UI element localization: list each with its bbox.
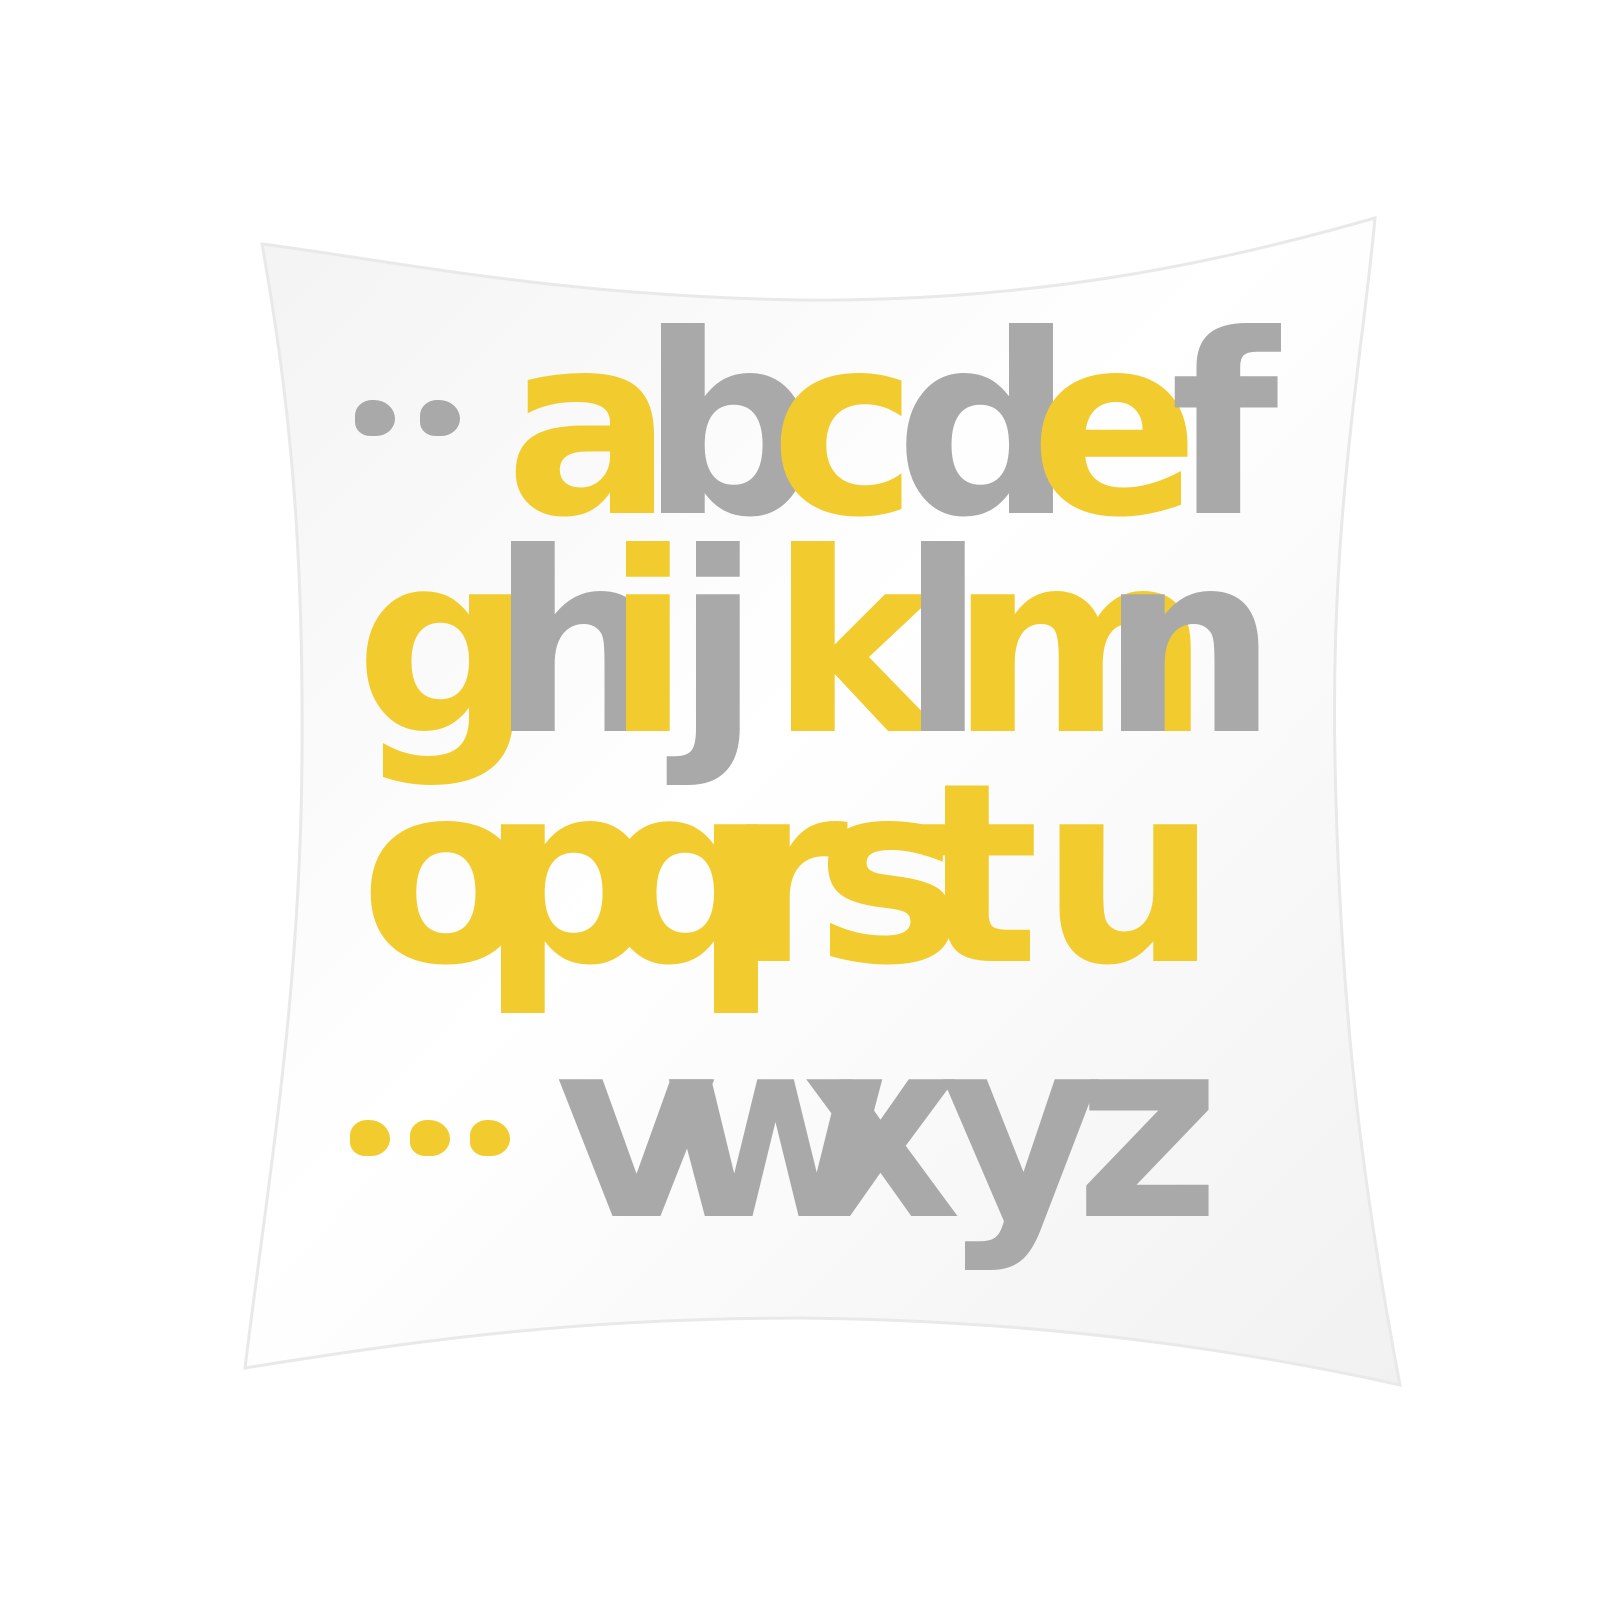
alphabet-row-3: o p q r s t u xyxy=(0,750,1600,1000)
product-photo: a b c d e f g h i j k l m n o p q r s t … xyxy=(0,0,1600,1600)
row-4-dot xyxy=(410,1120,450,1156)
row-1-dot xyxy=(420,400,460,436)
alphabet-row-4: v w x y z xyxy=(0,1005,1600,1255)
letter-x: x xyxy=(800,984,962,1275)
letter-t: t xyxy=(920,729,1040,1020)
row-1-dot xyxy=(355,400,395,436)
alphabet-row-2: g h i j k l m n xyxy=(0,520,1600,770)
row-4-dot xyxy=(470,1120,510,1156)
row-4-dot xyxy=(350,1120,390,1156)
letter-z: z xyxy=(1075,984,1221,1275)
letter-u: u xyxy=(1040,729,1218,1020)
